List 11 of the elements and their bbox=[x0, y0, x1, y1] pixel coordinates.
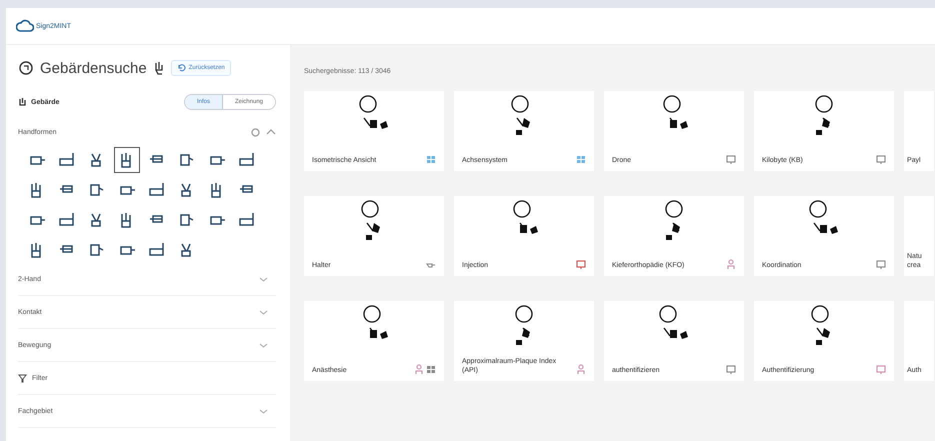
handshape-icon bbox=[57, 151, 77, 169]
handshape-icon bbox=[237, 151, 257, 169]
handshape-icon bbox=[57, 211, 77, 229]
handshape-icon bbox=[147, 241, 167, 259]
handshape-icon bbox=[147, 181, 167, 199]
handshape-icon bbox=[237, 211, 257, 229]
undo-icon bbox=[176, 64, 186, 72]
chevron-icon[interactable] bbox=[266, 129, 276, 135]
panel-title: Gebärdensuche bbox=[40, 60, 147, 76]
filter-icon bbox=[18, 374, 27, 382]
handshape-option[interactable] bbox=[114, 147, 140, 173]
